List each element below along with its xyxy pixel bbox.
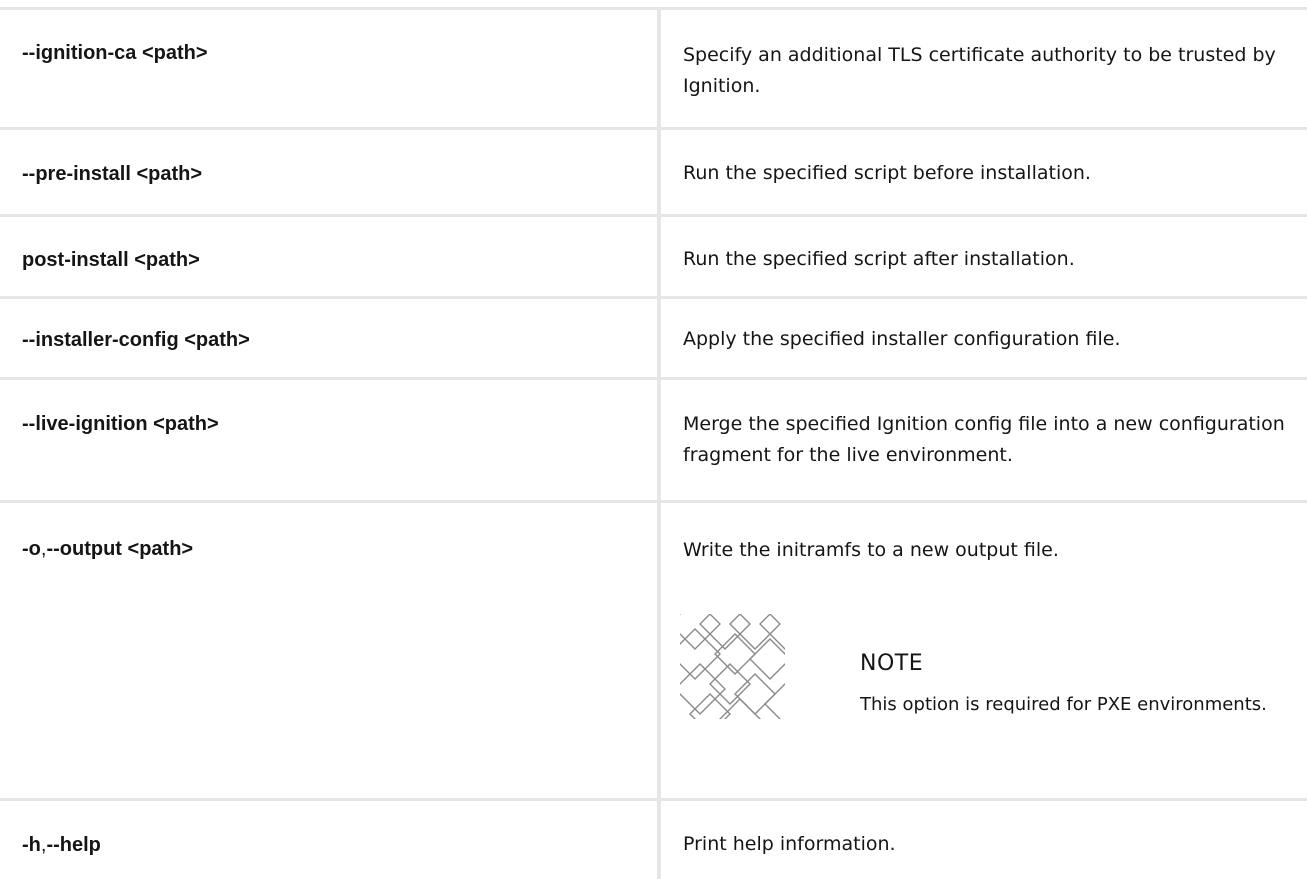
option-description: Merge the specified Ignition config file…: [683, 413, 1285, 466]
option-long-flag: --help: [46, 834, 101, 856]
table-row: --installer-config <path> Apply the spec…: [0, 299, 1307, 380]
table-row: -o,--output <path> Write the initramfs t…: [0, 503, 1307, 801]
option-description: Run the specified script before installa…: [683, 162, 1091, 184]
note-heading: NOTE: [860, 651, 924, 676]
table-row: --pre-install <path> Run the specified s…: [0, 130, 1307, 217]
table-row: -h,--help Print help information.: [0, 801, 1307, 879]
option-description: Run the specified script after installat…: [683, 248, 1075, 270]
option-name: --installer-config <path>: [22, 328, 250, 352]
note-pattern-icon: [680, 614, 785, 719]
table-row: post-install <path> Run the specified sc…: [0, 217, 1307, 299]
note-text: This option is required for PXE environm…: [860, 694, 1267, 715]
option-description: Specify an additional TLS certificate au…: [683, 44, 1276, 97]
option-short-flag: -h: [22, 834, 41, 856]
table-row: --live-ignition <path> Merge the specifi…: [0, 380, 1307, 503]
option-name: -o,--output <path>: [22, 537, 193, 561]
table-row: --ignition-ca <path> Specify an addition…: [0, 10, 1307, 130]
option-name: --pre-install <path>: [22, 162, 202, 186]
option-name: --ignition-ca <path>: [22, 41, 208, 65]
option-name: post-install <path>: [22, 248, 200, 272]
option-long-flag: --output <path>: [46, 538, 194, 560]
options-table: --ignition-ca <path> Specify an addition…: [0, 0, 1307, 879]
option-name: -h,--help: [22, 833, 101, 857]
option-description: Write the initramfs to a new output file…: [683, 539, 1059, 561]
option-description: Apply the specified installer configurat…: [683, 328, 1121, 350]
option-text: post-install <path>: [22, 249, 200, 271]
option-text: --installer-config <path>: [22, 329, 250, 351]
option-short-flag: -o: [22, 538, 41, 560]
option-description: Print help information.: [683, 833, 896, 855]
option-text: --live-ignition <path>: [22, 413, 219, 435]
option-text: --ignition-ca <path>: [22, 42, 208, 64]
option-text: --pre-install <path>: [22, 163, 203, 185]
option-name: --live-ignition <path>: [22, 412, 219, 436]
